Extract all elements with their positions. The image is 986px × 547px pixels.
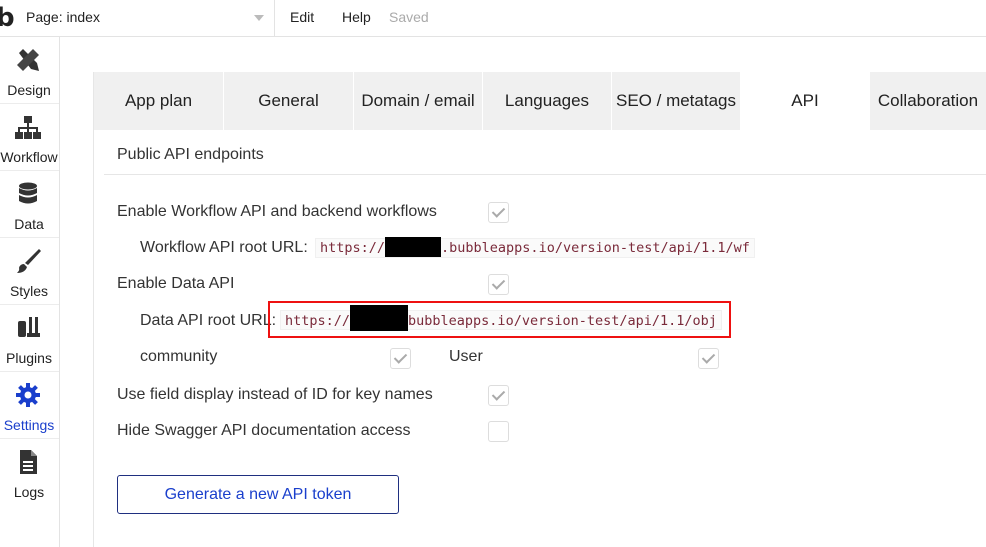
- page-selector-label: Page: index: [26, 9, 100, 25]
- settings-panel: App plan General Domain / email Language…: [93, 72, 986, 547]
- sidebar-item-label: Logs: [13, 484, 45, 500]
- workflow-root-url-label: Workflow API root URL:: [140, 239, 308, 256]
- url-suffix: .bubbleapps.io/version-test/api/1.1/wf: [441, 240, 750, 256]
- hide-swagger-checkbox[interactable]: [488, 421, 509, 442]
- tab-languages[interactable]: Languages: [483, 72, 612, 130]
- hide-swagger-label: Hide Swagger API documentation access: [117, 422, 411, 439]
- document-icon: [20, 450, 37, 474]
- tab-seo-metatags[interactable]: SEO / metatags: [612, 72, 741, 130]
- page-selector[interactable]: Page: index: [20, 0, 275, 36]
- editor-sidebar: Design Workflow Data Styles Plugins Sett…: [0, 37, 60, 547]
- data-type-community-label: community: [140, 348, 218, 365]
- workflow-icon: [15, 116, 41, 139]
- data-type-user-checkbox[interactable]: [698, 348, 719, 369]
- sidebar-item-design[interactable]: Design: [0, 37, 59, 104]
- settings-tabs: App plan General Domain / email Language…: [94, 72, 986, 130]
- data-root-url-label: Data API root URL:: [140, 312, 277, 329]
- sidebar-item-styles[interactable]: Styles: [0, 238, 59, 305]
- tab-collaboration[interactable]: Collaboration: [870, 72, 986, 130]
- enable-data-api-checkbox[interactable]: [488, 274, 509, 295]
- enable-workflow-api-label: Enable Workflow API and backend workflow…: [117, 203, 437, 220]
- tab-general[interactable]: General: [224, 72, 354, 130]
- design-icon: [17, 49, 39, 71]
- divider: [104, 174, 986, 175]
- sidebar-item-label: Workflow: [0, 149, 58, 165]
- generate-api-token-button[interactable]: Generate a new API token: [117, 475, 399, 514]
- sidebar-item-logs[interactable]: Logs: [0, 439, 59, 506]
- field-display-checkbox[interactable]: [488, 385, 509, 406]
- url-prefix: https://: [320, 240, 386, 256]
- database-icon: [19, 182, 37, 204]
- sidebar-item-label: Styles: [9, 283, 49, 299]
- brush-icon: [17, 249, 41, 273]
- menu-help[interactable]: Help: [342, 9, 371, 25]
- data-type-user-label: User: [449, 348, 483, 365]
- section-title: Public API endpoints: [117, 146, 264, 163]
- sidebar-item-label: Data: [14, 216, 44, 232]
- bubble-logo[interactable]: b: [0, 4, 15, 32]
- menu-edit[interactable]: Edit: [290, 9, 314, 25]
- sidebar-item-workflow[interactable]: Workflow: [0, 104, 59, 171]
- redacted-block: [385, 236, 442, 257]
- annotation-highlight-box: [268, 301, 731, 338]
- chevron-down-icon: [254, 15, 264, 21]
- top-bar: b Page: index Edit Help Saved: [0, 0, 986, 37]
- tab-domain-email[interactable]: Domain / email: [354, 72, 483, 130]
- gear-icon: [16, 383, 40, 407]
- save-status: Saved: [389, 9, 429, 25]
- tab-api[interactable]: API: [741, 72, 870, 130]
- workflow-root-url[interactable]: https:// .bubbleapps.io/version-test/api/…: [315, 236, 755, 258]
- tab-app-plan[interactable]: App plan: [94, 72, 224, 130]
- sidebar-item-settings[interactable]: Settings: [0, 372, 59, 439]
- plug-icon: [18, 317, 40, 337]
- sidebar-item-label: Design: [7, 82, 51, 98]
- sidebar-item-label: Plugins: [6, 350, 52, 366]
- data-type-community-checkbox[interactable]: [390, 348, 411, 369]
- sidebar-item-data[interactable]: Data: [0, 171, 59, 238]
- enable-data-api-label: Enable Data API: [117, 275, 235, 292]
- sidebar-item-label: Settings: [3, 417, 55, 433]
- enable-workflow-api-checkbox[interactable]: [488, 202, 509, 223]
- sidebar-item-plugins[interactable]: Plugins: [0, 305, 59, 372]
- field-display-label: Use field display instead of ID for key …: [117, 386, 433, 403]
